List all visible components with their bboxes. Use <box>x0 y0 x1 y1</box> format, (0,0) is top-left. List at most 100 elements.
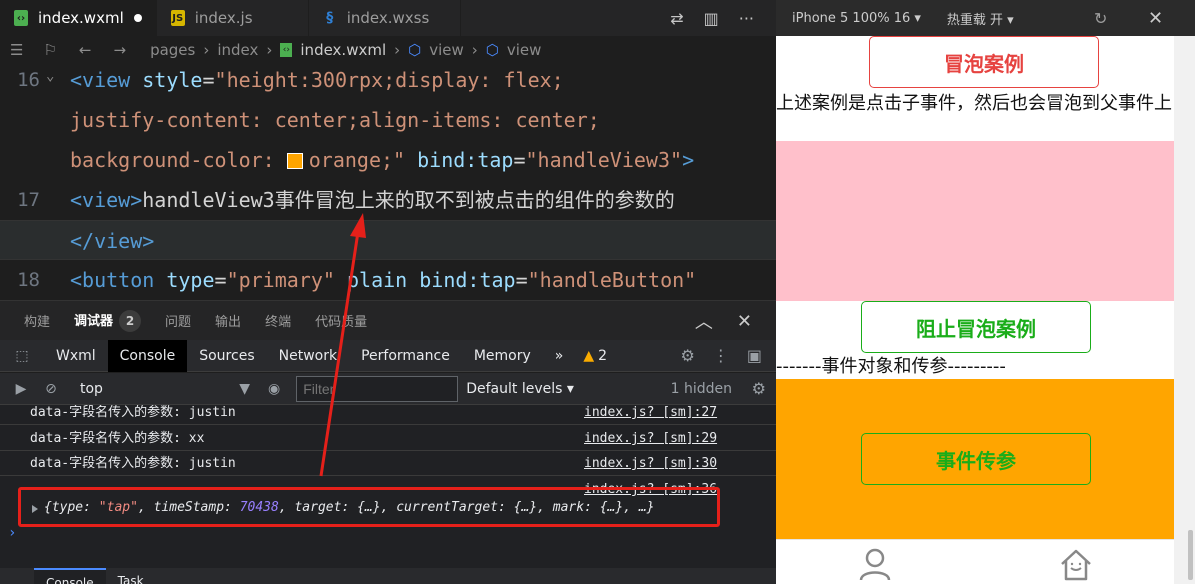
split-editor-icon[interactable]: ▥ <box>704 9 719 28</box>
code-line: 16 ⌄ <view style="height:300rpx;display:… <box>0 60 776 100</box>
dropdown-arrow-icon: ▼ <box>239 380 250 397</box>
refresh-icon[interactable]: ↻ <box>1094 9 1107 28</box>
code-line: 17 <view>handleView3事件冒泡上来的取不到被点击的组件的参数的 <box>0 180 776 220</box>
back-icon[interactable]: ← <box>79 41 92 59</box>
collapse-panel-icon[interactable]: ︿ <box>695 308 713 334</box>
home-icon[interactable] <box>1058 546 1094 582</box>
code-text: justify-content: center;align-items: cen… <box>70 108 600 132</box>
code-text: background-color: orange;" bind:tap="han… <box>70 148 695 172</box>
event-param-button[interactable]: 事件传参 <box>861 433 1091 485</box>
clear-console-icon[interactable]: ⊘ <box>36 381 66 397</box>
close-icon[interactable]: ✕ <box>1148 8 1163 29</box>
log-source-link[interactable]: index.js? [sm]:29 <box>584 426 717 451</box>
settings-gear-icon[interactable]: ⚙ <box>681 346 695 365</box>
chevron-right-icon: › <box>394 41 401 59</box>
warning-count[interactable]: 2 <box>598 348 607 364</box>
tab-label: index.wxml <box>38 9 124 27</box>
drawer-tab-task[interactable]: Task <box>106 568 156 584</box>
scrollbar-thumb[interactable] <box>1188 530 1193 580</box>
log-message: data-字段名传入的参数: justin <box>30 456 236 471</box>
compare-icon[interactable]: ⇄ <box>670 9 683 28</box>
unsaved-dot-icon <box>133 14 142 22</box>
bubble-case-button[interactable]: 冒泡案例 <box>869 36 1099 88</box>
devtools-tab-wxml[interactable]: Wxml <box>44 340 108 372</box>
hot-reload-toggle[interactable]: 热重载 开 ▾ <box>947 9 1014 28</box>
devtools-tab-sources[interactable]: Sources <box>187 340 266 372</box>
drawer-tab-console[interactable]: Console <box>34 568 106 584</box>
chevron-right-icon: › <box>266 41 273 59</box>
panel-tab-problems[interactable]: 问题 <box>165 311 191 330</box>
kebab-menu-icon[interactable]: ⋮ <box>713 346 729 365</box>
breadcrumb-item[interactable]: index <box>217 41 258 59</box>
editor-actions: ⇄ ▥ ··· <box>670 0 776 36</box>
close-panel-icon[interactable]: ✕ <box>737 311 752 332</box>
simulator-screen: 冒泡案例 上述案例是点击子事件，然后也会冒泡到父事件上 阻止冒泡案例 -----… <box>776 36 1174 584</box>
log-message: data-字段名传入的参数: justin <box>30 405 236 420</box>
tab-index-wxml[interactable]: ‹› index.wxml <box>0 0 157 36</box>
device-selector[interactable]: iPhone 5 100% 16 ▾ <box>792 11 921 26</box>
console-output: data-字段名传入的参数: justin index.js? [sm]:27 … <box>0 405 776 570</box>
context-value: top <box>80 380 103 397</box>
js-file-icon: JS <box>170 10 185 26</box>
code-text: <view>handleView3事件冒泡上来的取不到被点击的组件的参数的 <box>70 188 675 212</box>
debugger-badge: 2 <box>119 309 142 332</box>
forward-icon[interactable]: → <box>113 41 126 59</box>
bookmark-icon[interactable]: ⚐ <box>43 41 56 59</box>
dock-icon[interactable]: ▣ <box>747 346 762 365</box>
chevron-right-icon: › <box>203 41 210 59</box>
line-number: 18 <box>17 269 40 291</box>
screen: ‹› index.wxml JS index.js § index.wxss ⇄… <box>0 0 1195 584</box>
panel-tab-output[interactable]: 输出 <box>215 311 241 330</box>
panel-tab-debugger[interactable]: 调试器 2 <box>74 309 142 332</box>
code-text: <view style="height:300rpx;display: flex… <box>70 68 564 92</box>
panel-tab-code-quality[interactable]: 代码质量 <box>315 311 367 330</box>
panel-tab-build[interactable]: 构建 <box>24 311 50 330</box>
code-editor[interactable]: 16 ⌄ <view style="height:300rpx;display:… <box>0 60 776 300</box>
devtools-tab-network[interactable]: Network <box>267 340 349 372</box>
debug-panel-header: 构建 调试器 2 问题 输出 终端 代码质量 ︿ ✕ <box>0 300 776 340</box>
console-settings-icon[interactable]: ⚙ <box>752 379 766 398</box>
breadcrumb-item[interactable]: view <box>507 41 542 59</box>
devtools-tab-memory[interactable]: Memory <box>462 340 543 372</box>
log-levels-dropdown[interactable]: Default levels ▾ <box>466 381 574 397</box>
more-tabs-icon[interactable]: » <box>543 340 576 372</box>
context-select[interactable]: top ▼ <box>80 381 250 397</box>
log-source-link[interactable]: index.js? [sm]:27 <box>584 405 717 425</box>
tab-label: index.js <box>194 9 253 27</box>
editor-tab-bar: ‹› index.wxml JS index.js § index.wxss ⇄… <box>0 0 776 36</box>
log-source-link[interactable]: index.js? [sm]:30 <box>584 451 717 476</box>
divider-text: -------事件对象和传参--------- <box>776 356 1006 377</box>
outline-icon[interactable]: ☰ <box>10 41 23 59</box>
filter-input[interactable] <box>296 375 459 402</box>
breadcrumb-item[interactable]: index.wxml <box>300 41 386 59</box>
tab-label: index.wxss <box>346 9 430 27</box>
wxml-file-icon: ‹› <box>14 10 28 26</box>
mini-program-tab-bar <box>776 539 1174 584</box>
console-toolbar: ▶ ⊘ top ▼ ◉ Default levels ▾ 1 hidden ⚙ <box>0 373 776 405</box>
devtools-tab-performance[interactable]: Performance <box>349 340 462 372</box>
stop-bubble-button[interactable]: 阻止冒泡案例 <box>861 301 1091 353</box>
inspect-element-icon[interactable]: ⬚ <box>0 340 44 372</box>
devtools-tab-console[interactable]: Console <box>107 339 188 372</box>
code-line-current: </view> <box>0 220 776 260</box>
warning-icon[interactable]: ▲ <box>583 348 594 364</box>
breadcrumb-item[interactable]: pages <box>150 41 195 59</box>
simulator-toolbar: iPhone 5 100% 16 ▾ 热重载 开 ▾ ↻ ✕ <box>776 0 1195 36</box>
console-prompt-icon[interactable]: › <box>8 525 16 541</box>
fold-chevron-icon[interactable]: ⌄ <box>46 60 54 96</box>
eye-icon[interactable]: ◉ <box>268 381 280 397</box>
console-log-row: data-字段名传入的参数: xx index.js? [sm]:29 <box>0 426 776 451</box>
tab-index-js[interactable]: JS index.js <box>157 0 309 36</box>
simulator-scrollbar[interactable] <box>1174 36 1195 584</box>
wxss-file-icon: § <box>326 10 334 26</box>
drawer-tab-bar: Console Task <box>0 568 776 584</box>
breadcrumb-item[interactable]: view <box>429 41 464 59</box>
sidebar-toggle-icon[interactable]: ▶ <box>6 381 36 397</box>
panel-tab-terminal[interactable]: 终端 <box>265 311 291 330</box>
user-icon[interactable] <box>857 546 893 582</box>
more-icon[interactable]: ··· <box>739 9 754 28</box>
ide-window: ‹› index.wxml JS index.js § index.wxss ⇄… <box>0 0 776 584</box>
pink-view-box[interactable] <box>776 141 1174 301</box>
tab-index-wxss[interactable]: § index.wxss <box>309 0 461 36</box>
color-swatch-icon[interactable] <box>286 153 303 169</box>
